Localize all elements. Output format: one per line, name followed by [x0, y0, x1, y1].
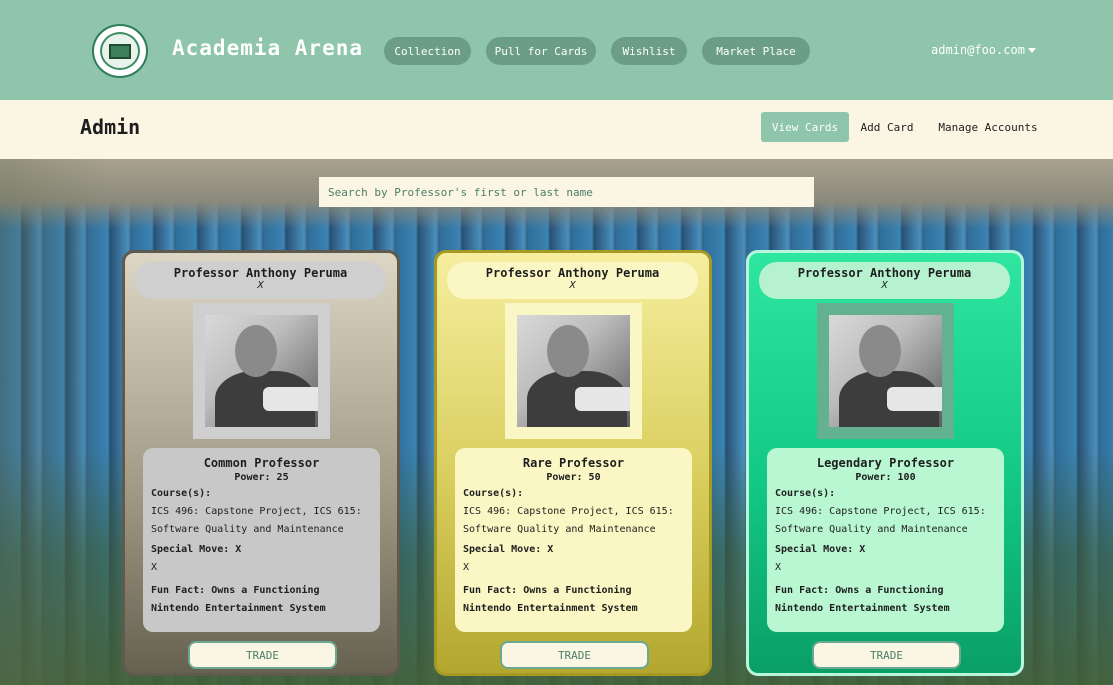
card-header: Professor Anthony Peruma X	[759, 262, 1010, 299]
nav-market-place-button[interactable]: Market Place	[702, 37, 810, 65]
special-move-text: X	[775, 562, 782, 573]
courses-label: Course(s):	[775, 488, 836, 499]
nav-pull-for-cards-button[interactable]: Pull for Cards	[486, 37, 596, 65]
add-card-link[interactable]: Add Card	[857, 112, 917, 142]
fun-fact-text: Fun Fact: Owns a Functioning Nintendo En…	[151, 585, 326, 614]
special-move-text: X	[151, 562, 158, 573]
courses-text: ICS 496: Capstone Project, ICS 615: Soft…	[463, 506, 674, 535]
special-move-label: Special Move: X	[151, 544, 242, 555]
view-cards-link[interactable]: View Cards	[761, 112, 849, 142]
professor-card-rare: Professor Anthony Peruma X Rare Professo…	[434, 250, 712, 676]
logo-icon[interactable]	[92, 24, 148, 78]
professor-card-legendary: Professor Anthony Peruma X Legendary Pro…	[746, 250, 1024, 676]
nav-wishlist-button[interactable]: Wishlist	[611, 37, 687, 65]
rarity-label: Common Professor	[203, 456, 320, 470]
fun-fact-text: Fun Fact: Owns a Functioning Nintendo En…	[775, 585, 950, 614]
chevron-down-icon	[1027, 48, 1036, 53]
brand-name[interactable]: Academia Arena	[172, 36, 363, 60]
photo-frame	[505, 303, 642, 439]
background-trees	[0, 159, 110, 685]
special-move-label: Special Move: X	[463, 544, 554, 555]
fun-fact-text: Fun Fact: Owns a Functioning Nintendo En…	[463, 585, 638, 614]
professor-card-common: Professor Anthony Peruma X Common Profes…	[122, 250, 400, 676]
courses-label: Course(s):	[463, 488, 524, 499]
professor-subtitle: X	[257, 280, 264, 291]
photo-frame	[193, 303, 330, 439]
rarity-label: Legendary Professor	[816, 456, 955, 470]
courses-label: Course(s):	[151, 488, 212, 499]
power-value: Power: 25	[234, 472, 289, 483]
professor-photo	[829, 315, 942, 427]
user-email: admin@foo.com	[931, 43, 1025, 57]
courses-text: ICS 496: Capstone Project, ICS 615: Soft…	[775, 506, 986, 535]
professor-name: Professor Anthony Peruma	[173, 266, 348, 280]
professor-name: Professor Anthony Peruma	[797, 266, 972, 280]
card-info: Legendary Professor Power: 100 Course(s)…	[767, 448, 1004, 632]
card-info: Rare Professor Power: 50 Course(s): ICS …	[455, 448, 692, 632]
professor-subtitle: X	[569, 280, 576, 291]
photo-frame	[817, 303, 954, 439]
admin-subnav: Admin View Cards Add Card Manage Account…	[0, 100, 1113, 159]
courses-text: ICS 496: Capstone Project, ICS 615: Soft…	[151, 506, 362, 535]
card-info: Common Professor Power: 25 Course(s): IC…	[143, 448, 380, 632]
trade-button[interactable]: TRADE	[812, 641, 961, 669]
trade-button[interactable]: TRADE	[188, 641, 337, 669]
card-header: Professor Anthony Peruma X	[447, 262, 698, 299]
professor-photo	[205, 315, 318, 427]
top-navbar: Academia Arena Collection Pull for Cards…	[0, 0, 1113, 100]
power-value: Power: 50	[546, 472, 601, 483]
manage-accounts-link[interactable]: Manage Accounts	[932, 112, 1044, 142]
special-move-label: Special Move: X	[775, 544, 866, 555]
special-move-text: X	[463, 562, 470, 573]
professor-name: Professor Anthony Peruma	[485, 266, 660, 280]
rarity-label: Rare Professor	[522, 456, 625, 470]
search-input[interactable]	[319, 177, 814, 207]
page-title: Admin	[80, 115, 141, 139]
professor-photo	[517, 315, 630, 427]
professor-subtitle: X	[881, 280, 888, 291]
user-menu-dropdown[interactable]: admin@foo.com	[931, 43, 1036, 57]
power-value: Power: 100	[855, 472, 916, 483]
nav-collection-button[interactable]: Collection	[384, 37, 471, 65]
card-header: Professor Anthony Peruma X	[135, 262, 386, 299]
trade-button[interactable]: TRADE	[500, 641, 649, 669]
